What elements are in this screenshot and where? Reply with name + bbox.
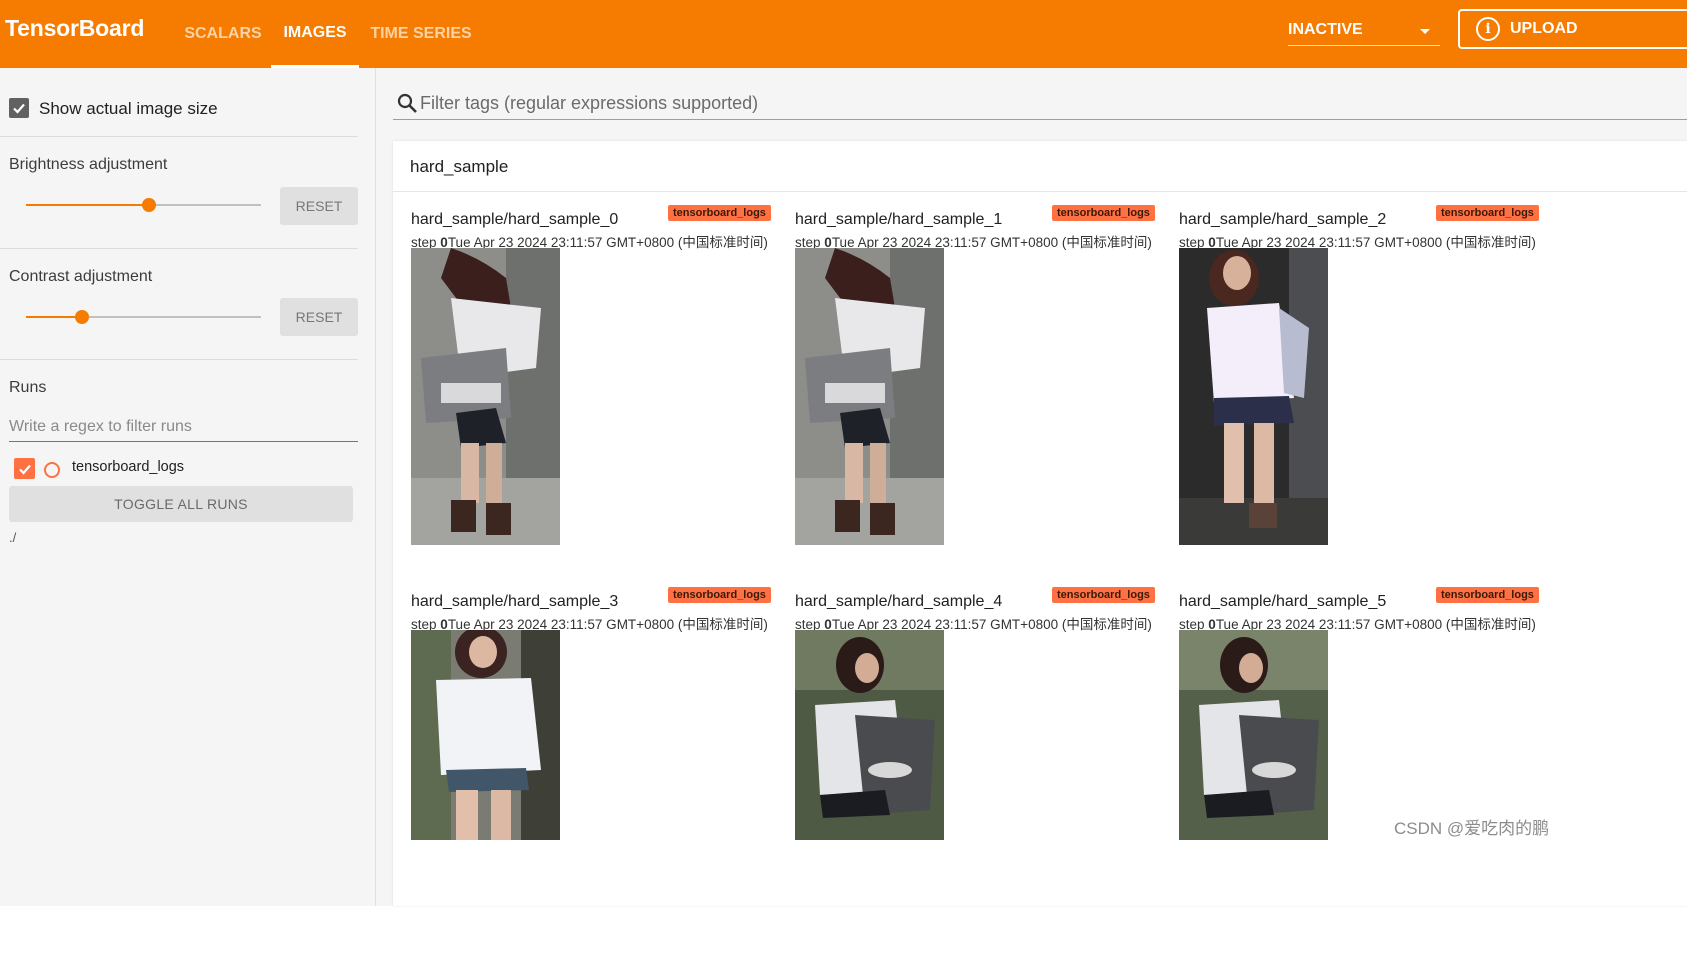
image-tag: hard_sample/hard_sample_3 [411, 593, 619, 610]
check-icon [18, 464, 31, 475]
run-chip: tensorboard_logs [668, 205, 771, 221]
run-color-icon[interactable] [44, 462, 60, 478]
tab-scalars[interactable]: SCALARS [178, 0, 268, 68]
check-icon [13, 103, 25, 114]
show-actual-size-label[interactable]: Show actual image size [39, 99, 218, 119]
divider [0, 359, 358, 360]
tag-filter[interactable]: Filter tags (regular expressions support… [393, 88, 1687, 120]
sample-image[interactable] [795, 248, 944, 545]
reload-status-select[interactable]: INACTIVE [1288, 14, 1440, 46]
sample-image[interactable] [1179, 630, 1328, 840]
brightness-reset-button[interactable]: RESET [280, 187, 358, 225]
tag-group-card: hard_sample hard_sample/hard_sample_0 te… [393, 141, 1687, 906]
brightness-label: Brightness adjustment [9, 156, 168, 173]
upload-label: UPLOAD [1510, 20, 1578, 37]
run-chip: tensorboard_logs [1052, 587, 1155, 603]
run-chip: tensorboard_logs [1052, 205, 1155, 221]
run-name: tensorboard_logs [72, 459, 185, 475]
tag-group-title: hard_sample [410, 157, 509, 176]
image-card: hard_sample/hard_sample_0 tensorboard_lo… [411, 205, 781, 571]
main-panel: Filter tags (regular expressions support… [376, 68, 1687, 906]
image-tag: hard_sample/hard_sample_0 [411, 211, 619, 228]
tag-group-header[interactable]: hard_sample [393, 141, 1687, 192]
image-tag: hard_sample/hard_sample_1 [795, 211, 1003, 228]
image-card: hard_sample/hard_sample_1 tensorboard_lo… [795, 205, 1165, 571]
divider [0, 136, 358, 137]
contrast-slider-fill [26, 316, 82, 318]
watermark: CSDN @爱吃肉的鹏 [1394, 819, 1550, 838]
contrast-label: Contrast adjustment [9, 268, 153, 285]
runs-path: ./ [9, 530, 17, 545]
image-tag: hard_sample/hard_sample_4 [795, 593, 1003, 610]
toggle-all-runs-button[interactable]: TOGGLE ALL RUNS [9, 486, 353, 522]
sample-image[interactable] [411, 248, 560, 545]
sample-image[interactable] [1179, 248, 1328, 545]
image-card: hard_sample/hard_sample_5 tensorboard_lo… [1179, 587, 1549, 953]
contrast-slider-thumb[interactable] [75, 310, 89, 324]
brightness-slider-thumb[interactable] [142, 198, 156, 212]
info-icon: i [1476, 17, 1500, 41]
image-tag: hard_sample/hard_sample_2 [1179, 211, 1387, 228]
run-chip: tensorboard_logs [668, 587, 771, 603]
reload-status-value: INACTIVE [1288, 20, 1363, 38]
app-brand[interactable]: TensorBoard [5, 15, 144, 42]
image-card: hard_sample/hard_sample_2 tensorboard_lo… [1179, 205, 1549, 571]
brightness-slider-fill [26, 204, 149, 206]
show-actual-size-checkbox[interactable] [9, 98, 29, 118]
sample-image[interactable] [411, 630, 560, 840]
tag-filter-placeholder: Filter tags (regular expressions support… [420, 93, 759, 113]
run-chip: tensorboard_logs [1436, 205, 1539, 221]
search-icon [397, 93, 417, 113]
tab-images[interactable]: IMAGES [271, 0, 359, 68]
runs-filter-input[interactable]: Write a regex to filter runs [9, 412, 358, 442]
run-checkbox-tensorboard-logs[interactable] [14, 458, 35, 479]
image-tag: hard_sample/hard_sample_5 [1179, 593, 1387, 610]
run-chip: tensorboard_logs [1436, 587, 1539, 603]
contrast-reset-button[interactable]: RESET [280, 298, 358, 336]
image-card: hard_sample/hard_sample_3 tensorboard_lo… [411, 587, 781, 953]
upload-button[interactable]: i UPLOAD [1458, 9, 1687, 49]
runs-title: Runs [9, 379, 47, 396]
image-card: hard_sample/hard_sample_4 tensorboard_lo… [795, 587, 1165, 953]
sidebar: Show actual image size Brightness adjust… [0, 68, 376, 906]
tab-time-series[interactable]: TIME SERIES [362, 0, 480, 68]
top-app-bar: TensorBoard SCALARS IMAGES TIME SERIES I… [0, 0, 1687, 68]
divider [0, 248, 358, 249]
chevron-down-icon [1420, 29, 1430, 34]
sample-image[interactable] [795, 630, 944, 840]
